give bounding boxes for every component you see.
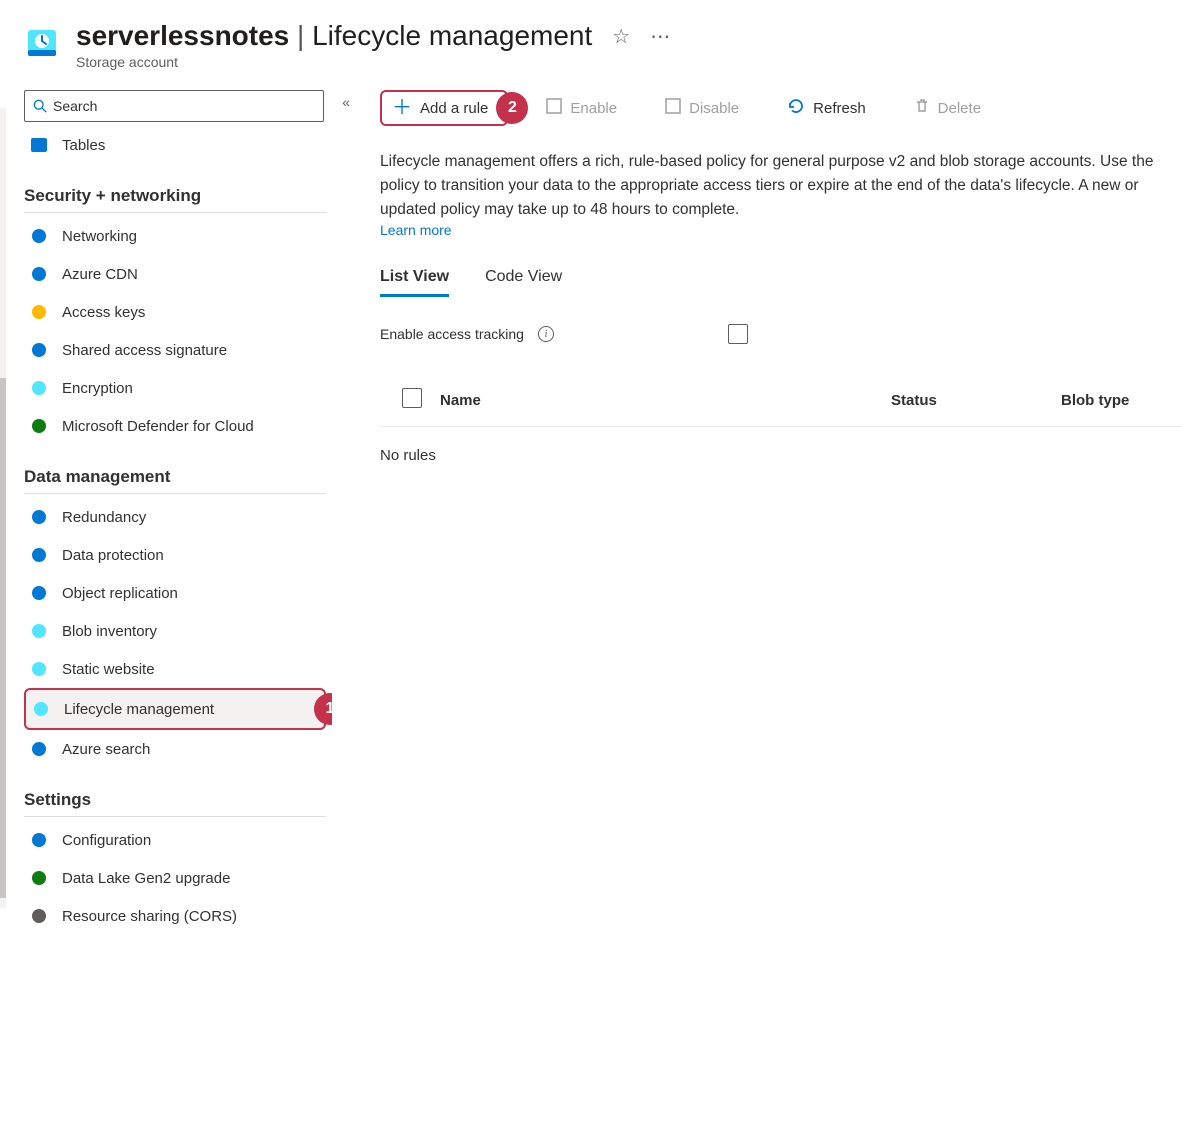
sidebar-item-static-website[interactable]: Static website [24,650,326,688]
cors-icon [30,907,48,925]
sidebar-item-redundancy[interactable]: Redundancy [24,498,326,536]
disable-button[interactable]: Disable [655,92,749,124]
sidebar-item-label: Configuration [62,832,151,849]
page-title: serverlessnotes | Lifecycle management [76,20,592,52]
sidebar-item-encryption[interactable]: Encryption [24,369,326,407]
upgrade-icon [30,869,48,887]
main-content: ＋ Add a rule 2 Enable Disable Refresh De… [340,78,1181,1066]
command-bar: ＋ Add a rule 2 Enable Disable Refresh De… [380,90,1181,126]
lifecycle-icon [32,700,50,718]
sidebar-item-label: Lifecycle management [64,701,214,718]
sidebar-group-header: Data management [24,445,326,494]
resource-type-icon [24,24,60,60]
access-tracking-checkbox[interactable] [728,324,748,344]
sidebar-item-resource-sharing-cors-[interactable]: Resource sharing (CORS) [24,897,326,935]
trash-icon [914,98,930,118]
replicate-icon [30,584,48,602]
shield-icon [30,417,48,435]
view-tabs: List View Code View [380,260,1181,298]
sidebar-scrollbar-track[interactable] [0,108,6,908]
info-icon[interactable]: i [538,326,554,342]
sidebar-item-azure-search[interactable]: Azure search [24,730,326,768]
sidebar-item-label: Shared access signature [62,342,227,359]
description-text: Lifecycle management offers a rich, rule… [380,150,1160,222]
sidebar-item-lifecycle-management[interactable]: Lifecycle management1 [24,688,326,730]
resource-type-label: Storage account [76,54,670,70]
sidebar-item-label: Data Lake Gen2 upgrade [62,870,230,887]
sidebar-item-label: Access keys [62,304,145,321]
sas-icon [30,341,48,359]
column-name[interactable]: Name [440,392,891,409]
sidebar-item-label: Microsoft Defender for Cloud [62,418,254,435]
sidebar-item-blob-inventory[interactable]: Blob inventory [24,612,326,650]
refresh-button[interactable]: Refresh [777,91,876,125]
search-placeholder: Search [53,98,97,114]
sidebar-item-label: Object replication [62,585,178,602]
learn-more-link[interactable]: Learn more [380,222,1181,238]
access-tracking-label: Enable access tracking [380,326,524,342]
sidebar: Search « Tables Security + networkingNet… [0,78,340,1066]
search-icon [30,740,48,758]
sidebar-item-configuration[interactable]: Configuration [24,821,326,859]
more-icon[interactable]: ⋯ [650,24,670,49]
sidebar-scrollbar-thumb[interactable] [0,378,6,898]
sidebar-item-access-keys[interactable]: Access keys [24,293,326,331]
sidebar-item-networking[interactable]: Networking [24,217,326,255]
checkbox-icon [546,98,562,118]
sidebar-item-data-lake-gen2-upgrade[interactable]: Data Lake Gen2 upgrade [24,859,326,897]
add-rule-button[interactable]: ＋ Add a rule 2 [380,90,508,126]
blade-title: Lifecycle management [312,20,592,51]
config-icon [30,831,48,849]
sidebar-item-tables[interactable]: Tables [24,126,326,164]
enable-button[interactable]: Enable [536,92,627,124]
sidebar-item-label: Blob inventory [62,623,157,640]
globe2-icon [30,508,48,526]
sidebar-item-label: Encryption [62,380,133,397]
select-all-checkbox[interactable] [402,388,422,408]
annotation-badge-2: 2 [496,92,528,124]
sidebar-item-label: Static website [62,661,155,678]
tab-list-view[interactable]: List View [380,260,449,297]
inventory-icon [30,622,48,640]
sidebar-item-label: Azure search [62,741,150,758]
refresh-icon [787,97,805,119]
sidebar-item-label: Azure CDN [62,266,138,283]
page-header: serverlessnotes | Lifecycle management ☆… [0,0,1181,78]
sidebar-item-azure-cdn[interactable]: Azure CDN [24,255,326,293]
add-rule-label: Add a rule [420,100,488,117]
sidebar-item-shared-access-signature[interactable]: Shared access signature [24,331,326,369]
plus-icon: ＋ [392,98,412,118]
sidebar-group-header: Security + networking [24,164,326,213]
sidebar-item-microsoft-defender-for-cloud[interactable]: Microsoft Defender for Cloud [24,407,326,445]
key-icon [30,303,48,321]
empty-state-text: No rules [380,447,1181,464]
column-blob-type[interactable]: Blob type [1061,392,1181,409]
table-icon [30,136,48,154]
shield2-icon [30,546,48,564]
sidebar-item-data-protection[interactable]: Data protection [24,536,326,574]
delete-button[interactable]: Delete [904,92,991,124]
favorite-icon[interactable]: ☆ [612,24,630,49]
lock-icon [30,379,48,397]
resource-name: serverlessnotes [76,20,289,51]
sidebar-item-label: Tables [62,137,105,154]
sidebar-item-object-replication[interactable]: Object replication [24,574,326,612]
sidebar-item-label: Networking [62,228,137,245]
sidebar-group-header: Settings [24,768,326,817]
sidebar-item-label: Resource sharing (CORS) [62,908,237,925]
tab-code-view[interactable]: Code View [485,260,562,297]
annotation-badge-1: 1 [314,693,332,725]
cloud-icon [30,265,48,283]
website-icon [30,660,48,678]
sidebar-item-label: Redundancy [62,509,146,526]
globe-icon [30,227,48,245]
column-status[interactable]: Status [891,392,1061,409]
rules-table-header: Name Status Blob type [380,374,1181,427]
sidebar-item-label: Data protection [62,547,164,564]
sidebar-search-input[interactable]: Search [24,90,324,122]
checkbox-icon [665,98,681,118]
